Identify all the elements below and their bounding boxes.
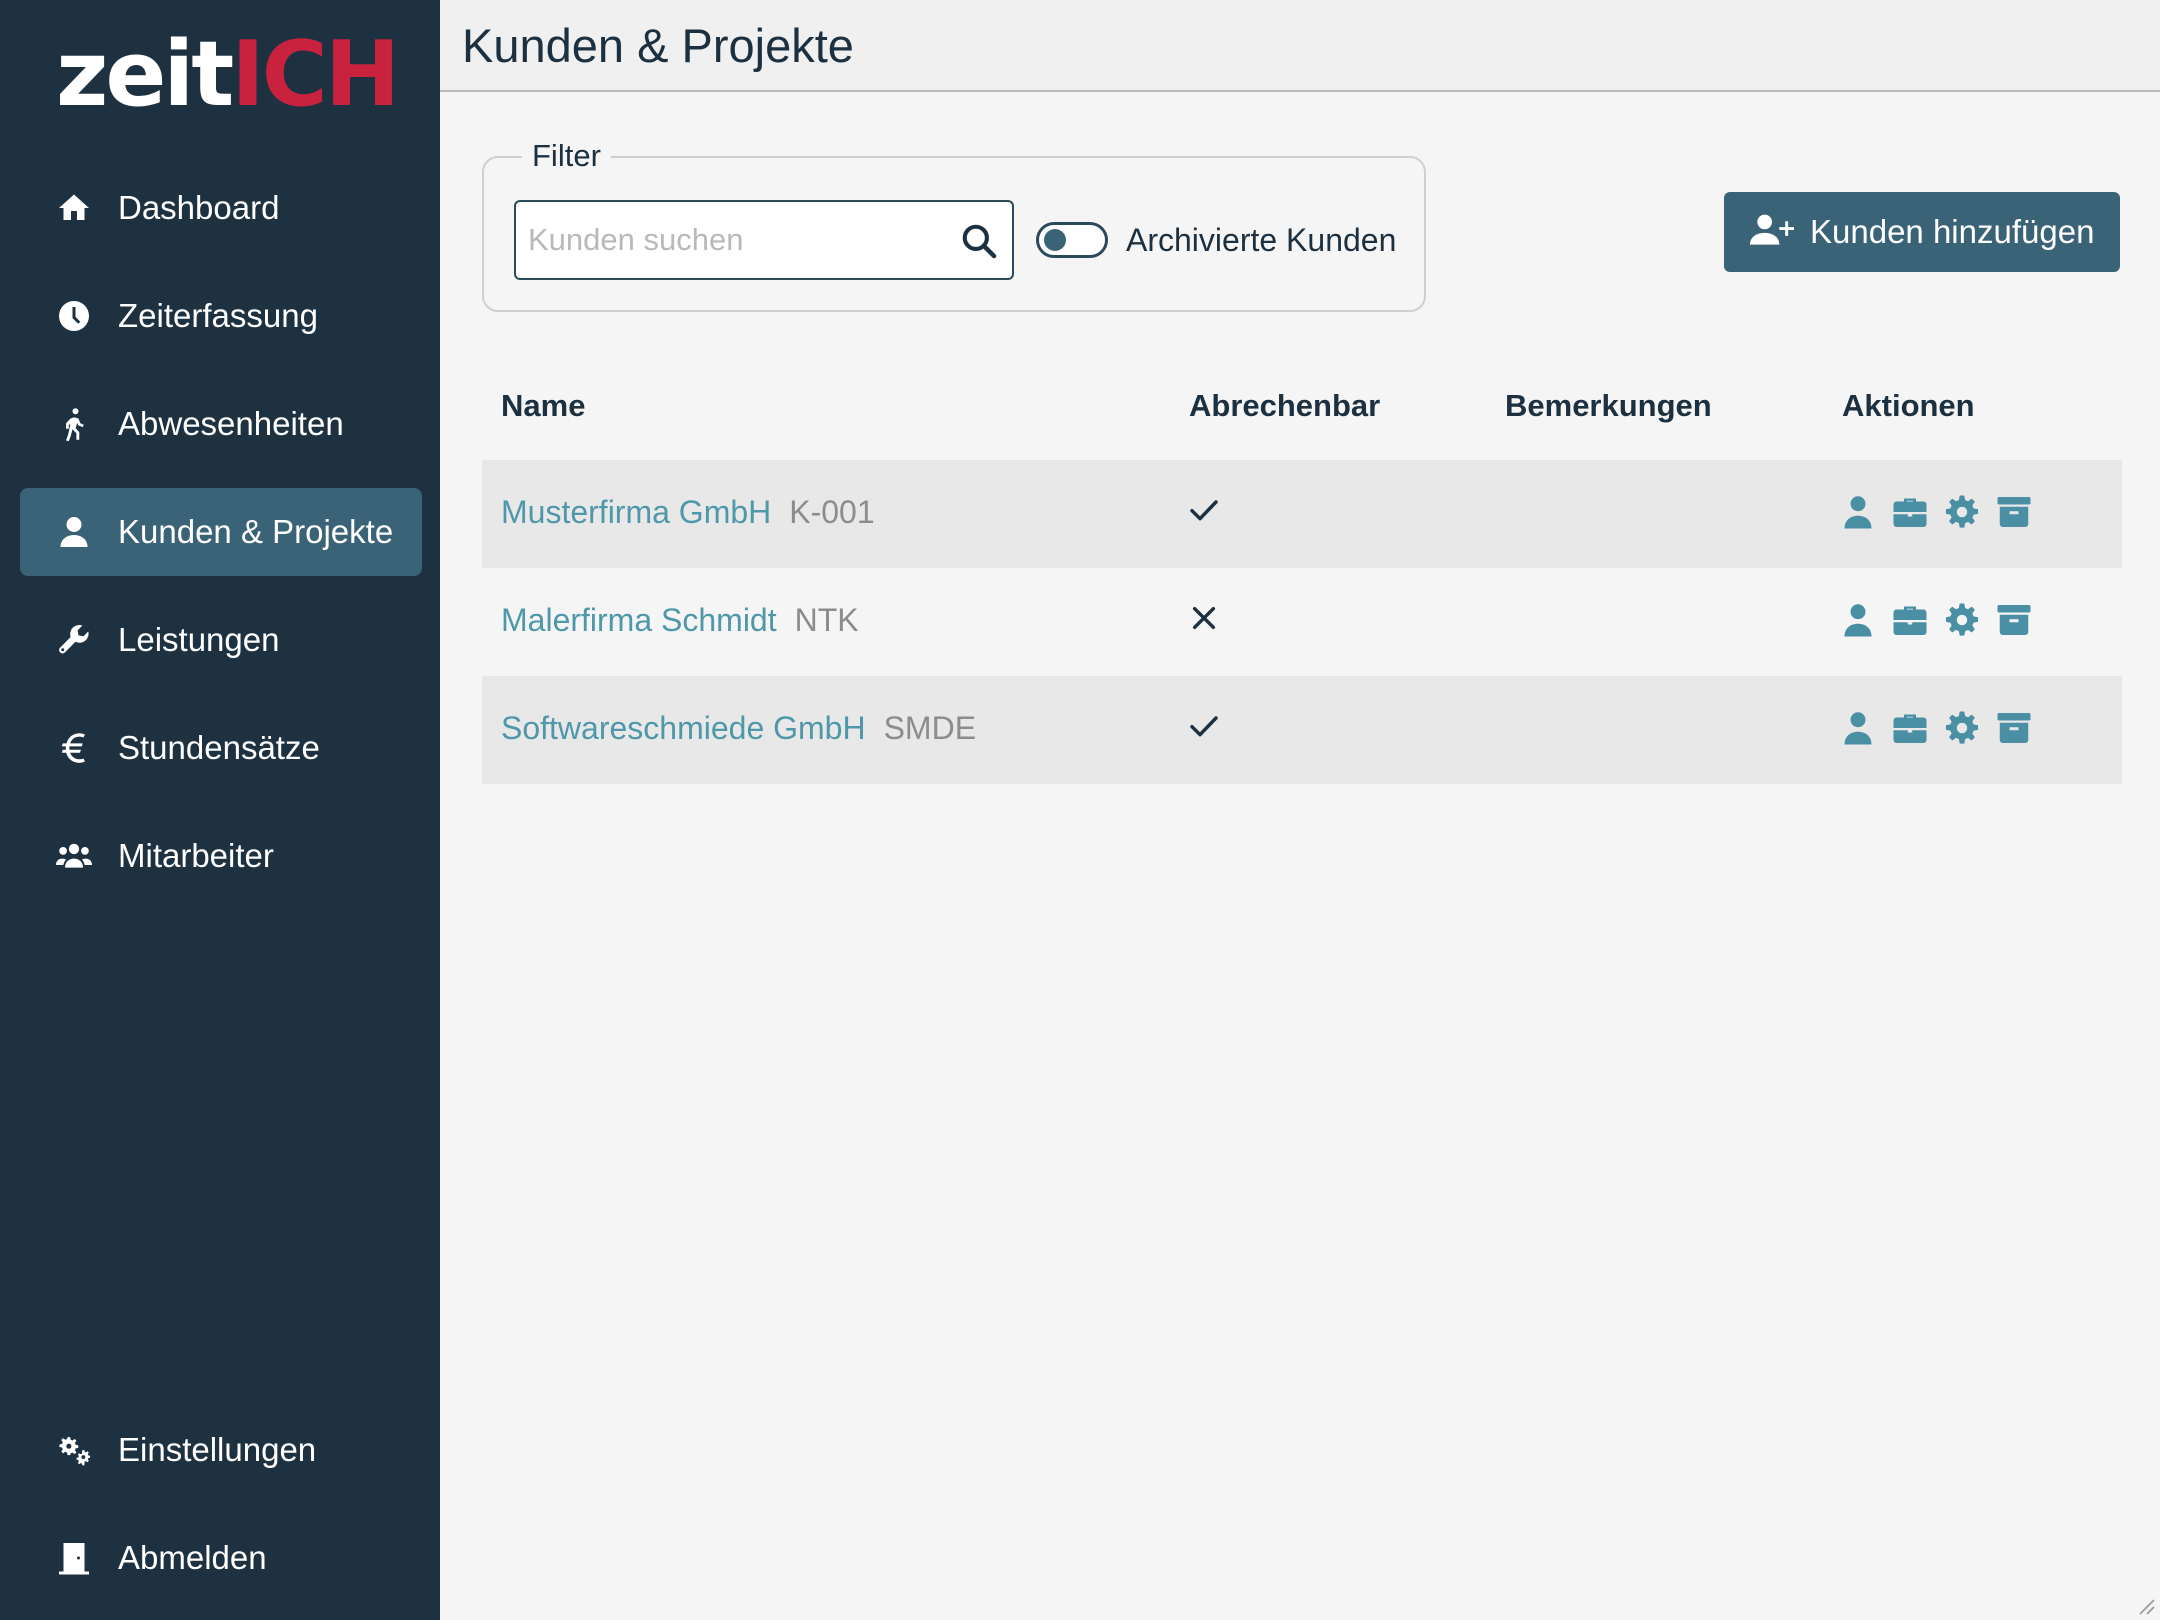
table-row: Softwareschmiede GmbH SMDE: [482, 676, 2122, 784]
column-header-remarks[interactable]: Bemerkungen: [1505, 388, 1712, 424]
customer-name-cell: Musterfirma GmbH K-001: [501, 494, 875, 531]
filter-fieldset: Filter Archivierte Kunden: [482, 138, 1426, 312]
sidebar-item-zeiterfassung[interactable]: Zeiterfassung: [20, 272, 422, 360]
archive-icon[interactable]: [1996, 710, 2032, 746]
table-header: Name Abrechenbar Bemerkungen Aktionen: [482, 370, 2122, 460]
customers-table: Name Abrechenbar Bemerkungen Aktionen Mu…: [482, 370, 2122, 784]
briefcase-icon[interactable]: [1892, 602, 1928, 638]
archive-icon[interactable]: [1996, 602, 2032, 638]
sidebar-item-label: Stundensätze: [118, 729, 320, 766]
sidebar-item-mitarbeiter[interactable]: Mitarbeiter: [20, 812, 422, 900]
sidebar-item-abmelden[interactable]: Abmelden: [20, 1514, 422, 1602]
customer-name-cell: Softwareschmiede GmbH SMDE: [501, 710, 976, 747]
customer-code: NTK: [794, 602, 859, 638]
billable-check-icon: [1188, 710, 1224, 746]
search-icon[interactable]: [960, 222, 998, 260]
sidebar-item-kunden-projekte[interactable]: Kunden & Projekte: [20, 488, 422, 576]
sidebar-item-label: Zeiterfassung: [118, 297, 318, 334]
customer-name-link[interactable]: Musterfirma GmbH: [501, 494, 771, 530]
briefcase-icon[interactable]: [1892, 710, 1928, 746]
add-customer-button[interactable]: Kunden hinzufügen: [1724, 192, 2120, 272]
row-actions: [1840, 602, 2048, 638]
euro-icon: [50, 728, 98, 768]
user-icon[interactable]: [1840, 494, 1876, 530]
billable-check-icon: [1188, 494, 1224, 530]
gear-icon[interactable]: [1944, 710, 1980, 746]
toggle-knob: [1044, 229, 1066, 251]
gears-icon: [50, 1430, 98, 1470]
column-header-billable[interactable]: Abrechenbar: [1189, 388, 1380, 424]
column-header-name[interactable]: Name: [501, 388, 585, 424]
sidebar-item-label: Mitarbeiter: [118, 837, 274, 874]
door-icon: [50, 1538, 98, 1578]
page-header: Kunden & Projekte: [440, 0, 2160, 92]
home-icon: [50, 188, 98, 228]
search-field: [514, 200, 1014, 280]
sidebar-item-leistungen[interactable]: Leistungen: [20, 596, 422, 684]
user-plus-icon: [1724, 212, 1810, 253]
gear-icon[interactable]: [1944, 494, 1980, 530]
sidebar-item-stundensaetze[interactable]: Stundensätze: [20, 704, 422, 792]
logo-part-ich: ICH: [231, 22, 400, 127]
user-icon[interactable]: [1840, 602, 1876, 638]
row-actions: [1840, 494, 2048, 530]
customer-name-link[interactable]: Softwareschmiede GmbH: [501, 710, 866, 746]
app-logo[interactable]: zeitICH: [56, 30, 400, 120]
sidebar-item-label: Abwesenheiten: [118, 405, 344, 442]
table-row: Musterfirma GmbH K-001: [482, 460, 2122, 568]
customer-code: SMDE: [883, 710, 977, 746]
filter-legend: Filter: [522, 138, 611, 174]
sidebar-item-label: Leistungen: [118, 621, 280, 658]
logo-part-zeit: zeit: [56, 22, 234, 127]
page-title: Kunden & Projekte: [462, 19, 854, 72]
window-resize-grip[interactable]: [2134, 1594, 2156, 1616]
sidebar-item-einstellungen[interactable]: Einstellungen: [20, 1406, 422, 1494]
archived-toggle-label: Archivierte Kunden: [1126, 222, 1397, 258]
user-icon[interactable]: [1840, 710, 1876, 746]
sidebar-item-label: Abmelden: [118, 1539, 267, 1576]
walking-icon: [50, 404, 98, 444]
table-row: Malerfirma Schmidt NTK: [482, 568, 2122, 676]
sidebar-item-label: Kunden & Projekte: [118, 513, 394, 550]
add-customer-label: Kunden hinzufügen: [1810, 213, 2095, 250]
customer-name-cell: Malerfirma Schmidt NTK: [501, 602, 859, 639]
customer-code: K-001: [789, 494, 875, 530]
gear-icon[interactable]: [1944, 602, 1980, 638]
not-billable-x-icon: [1188, 602, 1224, 638]
sidebar: zeitICH Dashboard Zeiterfassung Abwesenh…: [0, 0, 440, 1620]
sidebar-item-label: Einstellungen: [118, 1431, 317, 1468]
sidebar-item-abwesenheiten[interactable]: Abwesenheiten: [20, 380, 422, 468]
search-input[interactable]: [528, 202, 948, 278]
column-header-actions: Aktionen: [1842, 388, 1975, 423]
users-icon: [50, 836, 98, 876]
sidebar-item-label: Dashboard: [118, 189, 280, 226]
sidebar-item-dashboard[interactable]: Dashboard: [20, 164, 422, 252]
briefcase-icon[interactable]: [1892, 494, 1928, 530]
archived-toggle[interactable]: [1036, 222, 1108, 258]
user-icon: [50, 512, 98, 552]
customer-name-link[interactable]: Malerfirma Schmidt: [501, 602, 777, 638]
clock-icon: [50, 296, 98, 336]
wrench-icon: [50, 620, 98, 660]
archive-icon[interactable]: [1996, 494, 2032, 530]
row-actions: [1840, 710, 2048, 746]
